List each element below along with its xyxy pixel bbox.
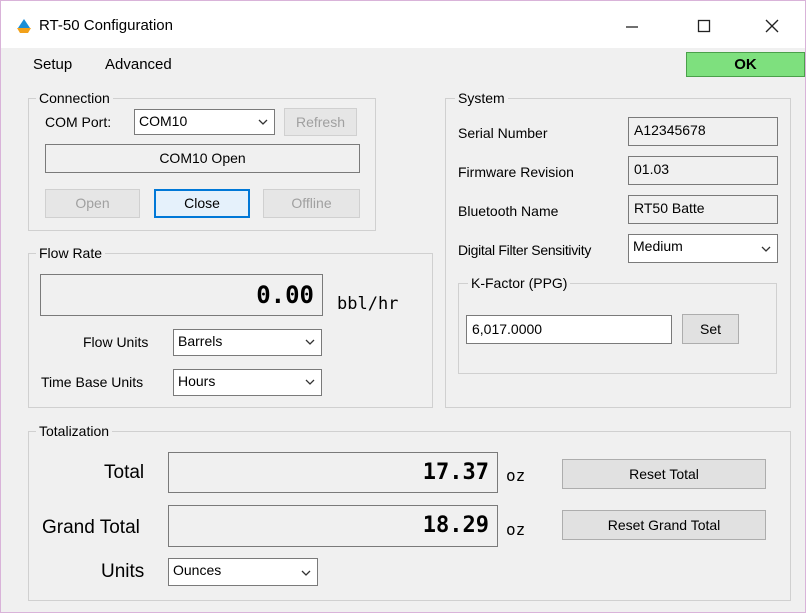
kfactor-input[interactable]: 6,017.0000 [466, 315, 672, 344]
bluetooth-name-label: Bluetooth Name [458, 203, 559, 219]
bluetooth-name-value: RT50 Batte [634, 200, 705, 216]
flow-rate-group-label: Flow Rate [36, 245, 106, 261]
flow-units-label: Flow Units [83, 334, 149, 350]
menu-bar: Setup Advanced [1, 48, 805, 82]
menu-setup[interactable]: Setup [33, 56, 72, 73]
close-window-button[interactable] [749, 7, 795, 45]
close-button[interactable]: Close [154, 189, 250, 218]
minimize-button[interactable] [609, 7, 655, 45]
menu-advanced[interactable]: Advanced [105, 56, 172, 73]
com-port-select[interactable]: COM10 [134, 109, 275, 135]
minimize-icon [626, 26, 638, 28]
com-port-label: COM Port: [45, 114, 112, 130]
chevron-down-icon [258, 119, 268, 125]
total-unit: oz [506, 466, 526, 485]
chevron-down-icon [761, 246, 771, 252]
set-kfactor-button[interactable]: Set [682, 314, 739, 344]
bluetooth-name-field: RT50 Batte [628, 195, 778, 224]
connection-group-label: Connection [36, 90, 113, 106]
totalization-group-label: Totalization [36, 423, 113, 439]
chevron-down-icon [305, 339, 315, 345]
com-port-value: COM10 [139, 113, 188, 129]
serial-number-label: Serial Number [458, 125, 548, 141]
kfactor-value: 6,017.0000 [472, 321, 543, 337]
units-value: Ounces [173, 562, 222, 578]
units-label: Units [101, 561, 145, 582]
connection-status: COM10 Open [45, 144, 360, 173]
firmware-revision-value: 01.03 [634, 161, 670, 177]
grand-total-unit: oz [506, 520, 526, 539]
app-window: RT-50 Configuration Setup Advanced OK Co… [0, 0, 806, 613]
total-label: Total [104, 462, 145, 483]
chevron-down-icon [305, 379, 315, 385]
reset-grand-total-button[interactable]: Reset Grand Total [562, 510, 766, 540]
serial-number-value: A12345678 [634, 122, 706, 138]
chevron-down-icon [301, 570, 311, 576]
refresh-button[interactable]: Refresh [284, 108, 357, 136]
firmware-revision-label: Firmware Revision [458, 164, 574, 180]
total-display: 17.37 [168, 452, 498, 493]
digital-filter-value: Medium [633, 238, 683, 254]
time-base-select[interactable]: Hours [173, 369, 322, 396]
firmware-revision-field: 01.03 [628, 156, 778, 185]
window-title: RT-50 Configuration [39, 17, 173, 34]
reset-total-button[interactable]: Reset Total [562, 459, 766, 489]
maximize-icon [697, 19, 711, 33]
flow-units-select[interactable]: Barrels [173, 329, 322, 356]
grand-total-label: Grand Total [42, 517, 140, 538]
ok-button[interactable]: OK [686, 52, 805, 77]
close-icon [765, 19, 779, 33]
units-select[interactable]: Ounces [168, 558, 318, 586]
serial-number-field: A12345678 [628, 117, 778, 146]
time-base-value: Hours [178, 373, 216, 389]
title-bar[interactable]: RT-50 Configuration [1, 1, 805, 48]
flow-rate-display: 0.00 [40, 274, 323, 316]
digital-filter-label: Digital Filter Sensitivity [458, 242, 592, 258]
system-group-label: System [455, 90, 508, 106]
time-base-label: Time Base Units [41, 374, 144, 390]
kfactor-group-label: K-Factor (PPG) [468, 275, 571, 291]
droplet-icon [17, 19, 31, 33]
offline-button[interactable]: Offline [263, 189, 360, 218]
flow-rate-unit: bbl/hr [337, 294, 399, 314]
flow-units-value: Barrels [178, 333, 223, 349]
open-button[interactable]: Open [45, 189, 140, 218]
digital-filter-select[interactable]: Medium [628, 234, 778, 263]
grand-total-display: 18.29 [168, 505, 498, 547]
maximize-button[interactable] [681, 7, 727, 45]
